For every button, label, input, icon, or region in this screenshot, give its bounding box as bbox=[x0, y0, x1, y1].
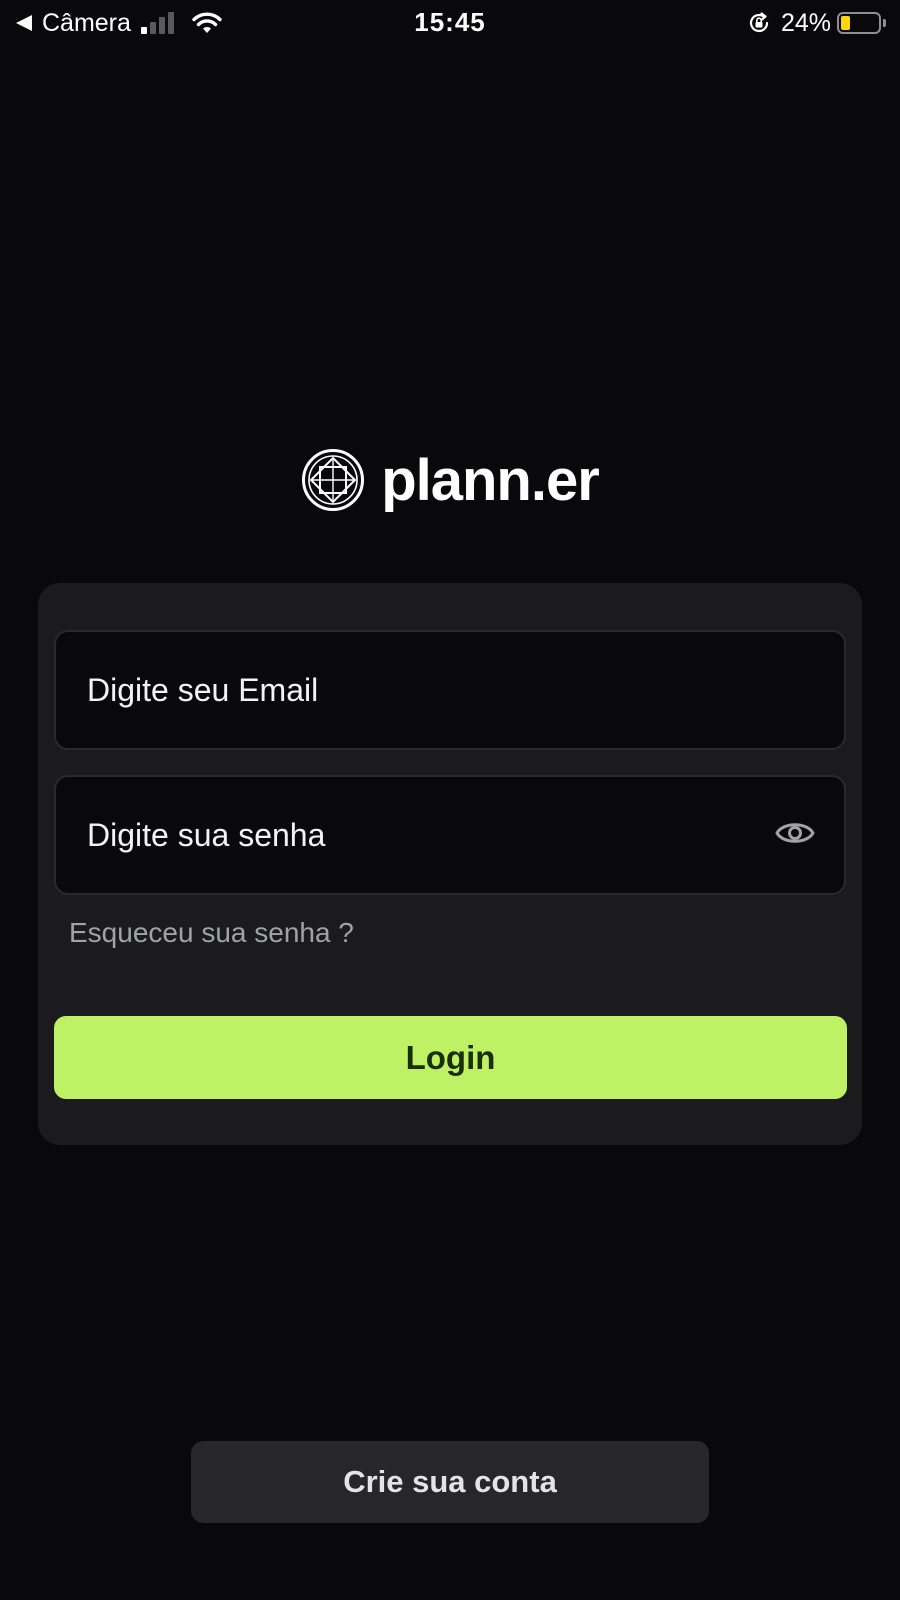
create-account-button[interactable]: Crie sua conta bbox=[191, 1441, 709, 1523]
eye-icon[interactable] bbox=[774, 817, 816, 849]
login-card: Esqueceu sua senha ? Login bbox=[38, 583, 862, 1145]
rotation-lock-icon bbox=[749, 12, 769, 33]
battery-nub bbox=[883, 19, 886, 27]
status-bar-right: 24% bbox=[747, 8, 886, 38]
battery-icon bbox=[837, 12, 881, 34]
email-field-container bbox=[54, 630, 846, 750]
status-bar: Câmera 15:45 24% bbox=[0, 0, 900, 48]
planner-logo-icon bbox=[302, 449, 365, 511]
password-input[interactable] bbox=[56, 777, 844, 893]
password-field-container bbox=[54, 775, 846, 895]
brand-logo: plann.er bbox=[0, 440, 900, 520]
brand-name: plann.er bbox=[381, 447, 600, 513]
login-button[interactable]: Login bbox=[54, 1016, 847, 1099]
battery-level-fill bbox=[841, 16, 850, 30]
email-input[interactable] bbox=[56, 632, 844, 748]
forgot-password-link[interactable]: Esqueceu sua senha ? bbox=[69, 917, 354, 949]
battery-percentage: 24% bbox=[780, 8, 831, 37]
